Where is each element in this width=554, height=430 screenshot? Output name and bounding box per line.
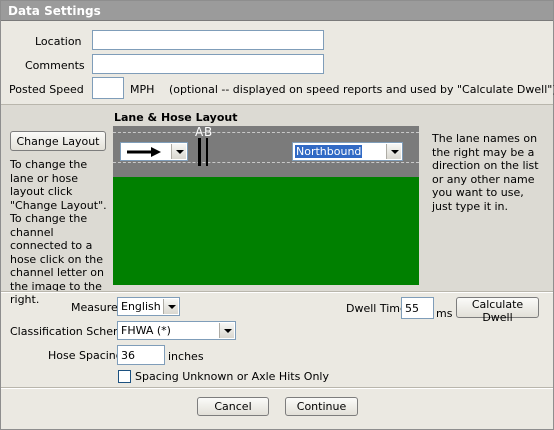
calculate-dwell-button[interactable]: Calculate Dwell <box>456 297 539 324</box>
hose-spacing-unit: inches <box>168 350 204 363</box>
change-layout-button[interactable]: Change Layout <box>10 131 106 151</box>
hose-spacing-label: Hose Spacing <box>48 349 123 362</box>
classification-label: Classification Scheme <box>10 325 131 338</box>
posted-speed-input[interactable] <box>92 77 124 99</box>
layout-help-text: To change the lane or hose layout click … <box>10 158 107 306</box>
continue-button[interactable]: Continue <box>285 397 358 416</box>
measure-value: English <box>121 300 161 313</box>
lane-name-help-text: The lane names on the right may be a dir… <box>432 132 539 213</box>
spacing-unknown-label[interactable]: Spacing Unknown or Axle Hits Only <box>135 370 329 383</box>
posted-speed-unit: MPH <box>130 83 155 96</box>
chevron-down-icon <box>171 144 186 159</box>
dwell-time-label: Dwell Time <box>346 302 407 315</box>
lane-name-combo[interactable]: Northbound <box>292 142 403 161</box>
channel-label-a[interactable]: A <box>195 125 203 139</box>
chevron-down-icon <box>386 144 401 159</box>
spacing-unknown-checkbox[interactable] <box>118 370 131 383</box>
dialog-title: Data Settings <box>1 1 553 21</box>
road-lane: A B Northbound <box>113 125 419 177</box>
comments-input[interactable] <box>92 54 324 74</box>
lane-name-value[interactable]: Northbound <box>295 145 363 158</box>
classification-value: FHWA (*) <box>121 324 171 337</box>
classification-select[interactable]: FHWA (*) <box>117 321 236 340</box>
right-arrow-icon <box>127 147 161 157</box>
comments-label: Comments <box>25 59 85 72</box>
lane-hose-heading: Lane & Hose Layout <box>114 111 238 124</box>
hose-a <box>198 138 201 166</box>
cancel-button[interactable]: Cancel <box>197 397 269 416</box>
posted-speed-note: (optional -- displayed on speed reports … <box>169 83 554 96</box>
chevron-down-icon <box>219 323 234 338</box>
hose-b <box>206 138 208 166</box>
section-divider <box>1 387 553 389</box>
hose-spacing-input[interactable] <box>117 345 165 365</box>
posted-speed-label: Posted Speed <box>9 83 84 96</box>
section-divider <box>1 291 553 293</box>
lane-dash-top <box>113 132 419 133</box>
measure-label: Measure <box>71 301 118 314</box>
lane-dash-bottom <box>113 162 419 163</box>
dwell-time-unit: ms <box>436 307 453 320</box>
channel-label-b[interactable]: B <box>204 125 212 139</box>
lane-direction-select[interactable] <box>120 142 188 161</box>
lane-layout-image: A B Northbound <box>113 125 419 285</box>
dwell-time-input[interactable] <box>401 297 434 319</box>
data-settings-dialog: Data Settings Location Comments Posted S… <box>0 0 554 430</box>
chevron-down-icon <box>163 299 178 314</box>
measure-select[interactable]: English <box>117 297 180 316</box>
location-label: Location <box>35 35 82 48</box>
location-input[interactable] <box>92 30 324 50</box>
